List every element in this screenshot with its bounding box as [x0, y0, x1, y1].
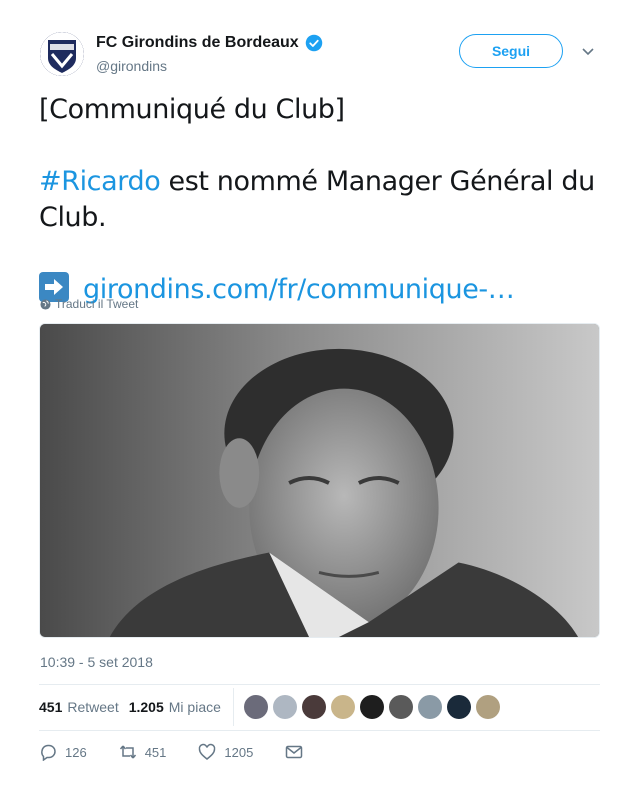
stats-separator: [232, 688, 234, 726]
like-stat[interactable]: 1.205 Mi piace: [129, 699, 221, 715]
liker-avatar[interactable]: [446, 695, 471, 719]
retweet-label: Retweet: [67, 699, 119, 715]
retweet-icon: [119, 745, 136, 759]
retweet-stat[interactable]: 451 Retweet: [39, 699, 119, 715]
chevron-down-icon[interactable]: [580, 43, 596, 59]
tweet-line-2-text: est nommé Manager Général du: [160, 166, 596, 197]
liker-avatar[interactable]: [359, 695, 384, 719]
liker-avatars: [243, 695, 500, 719]
account-handle[interactable]: @girondins: [96, 58, 167, 74]
liker-avatar[interactable]: [330, 695, 355, 719]
retweet-action-count: 451: [144, 744, 167, 760]
liker-avatar[interactable]: [243, 695, 268, 719]
tweet-header: FC Girondins de Bordeaux @girondins Segu…: [40, 30, 610, 80]
globe-icon: [40, 298, 51, 310]
url-link[interactable]: girondins.com/fr/communique-…: [83, 274, 515, 305]
reply-count: 126: [65, 744, 87, 760]
follow-button[interactable]: Segui: [459, 34, 563, 68]
hashtag-link[interactable]: #Ricardo: [39, 166, 161, 197]
tweet-timestamp[interactable]: 10:39 - 5 set 2018: [40, 654, 153, 670]
tweet-photo[interactable]: [39, 323, 600, 638]
tweet-line-1: [Communiqué du Club]: [39, 94, 345, 125]
tweet-text: [Communiqué du Club] #Ricardo est nommé …: [39, 92, 599, 308]
translate-tweet[interactable]: Traduci il Tweet: [40, 297, 138, 311]
envelope-icon: [286, 745, 303, 759]
divider: [39, 730, 600, 731]
engagement-stats: 451 Retweet 1.205 Mi piace: [39, 688, 600, 726]
like-action[interactable]: 1205: [198, 743, 253, 761]
retweet-action[interactable]: 451: [119, 743, 167, 761]
like-label: Mi piace: [168, 699, 221, 715]
reply-icon: [41, 744, 56, 761]
divider: [39, 684, 600, 685]
account-avatar[interactable]: [40, 32, 84, 76]
liker-avatar[interactable]: [272, 695, 297, 719]
tweet-actions: 126 451 1205: [39, 743, 335, 761]
heart-icon: [199, 743, 216, 760]
message-action[interactable]: [285, 743, 303, 761]
tweet-line-3: Club.: [39, 202, 107, 233]
verified-badge-icon: [305, 34, 322, 52]
liker-avatar[interactable]: [475, 695, 500, 719]
retweet-count: 451: [39, 699, 63, 715]
liker-avatar[interactable]: [417, 695, 442, 719]
like-count: 1.205: [128, 699, 164, 715]
reply-action[interactable]: 126: [39, 743, 87, 761]
liker-avatar[interactable]: [388, 695, 413, 719]
account-name[interactable]: FC Girondins de Bordeaux: [96, 34, 299, 52]
like-action-count: 1205: [224, 744, 254, 760]
translate-label[interactable]: Traduci il Tweet: [55, 297, 138, 311]
tweet-line-2: #Ricardo est nommé Manager Général du: [39, 164, 599, 200]
liker-avatar[interactable]: [301, 695, 326, 719]
